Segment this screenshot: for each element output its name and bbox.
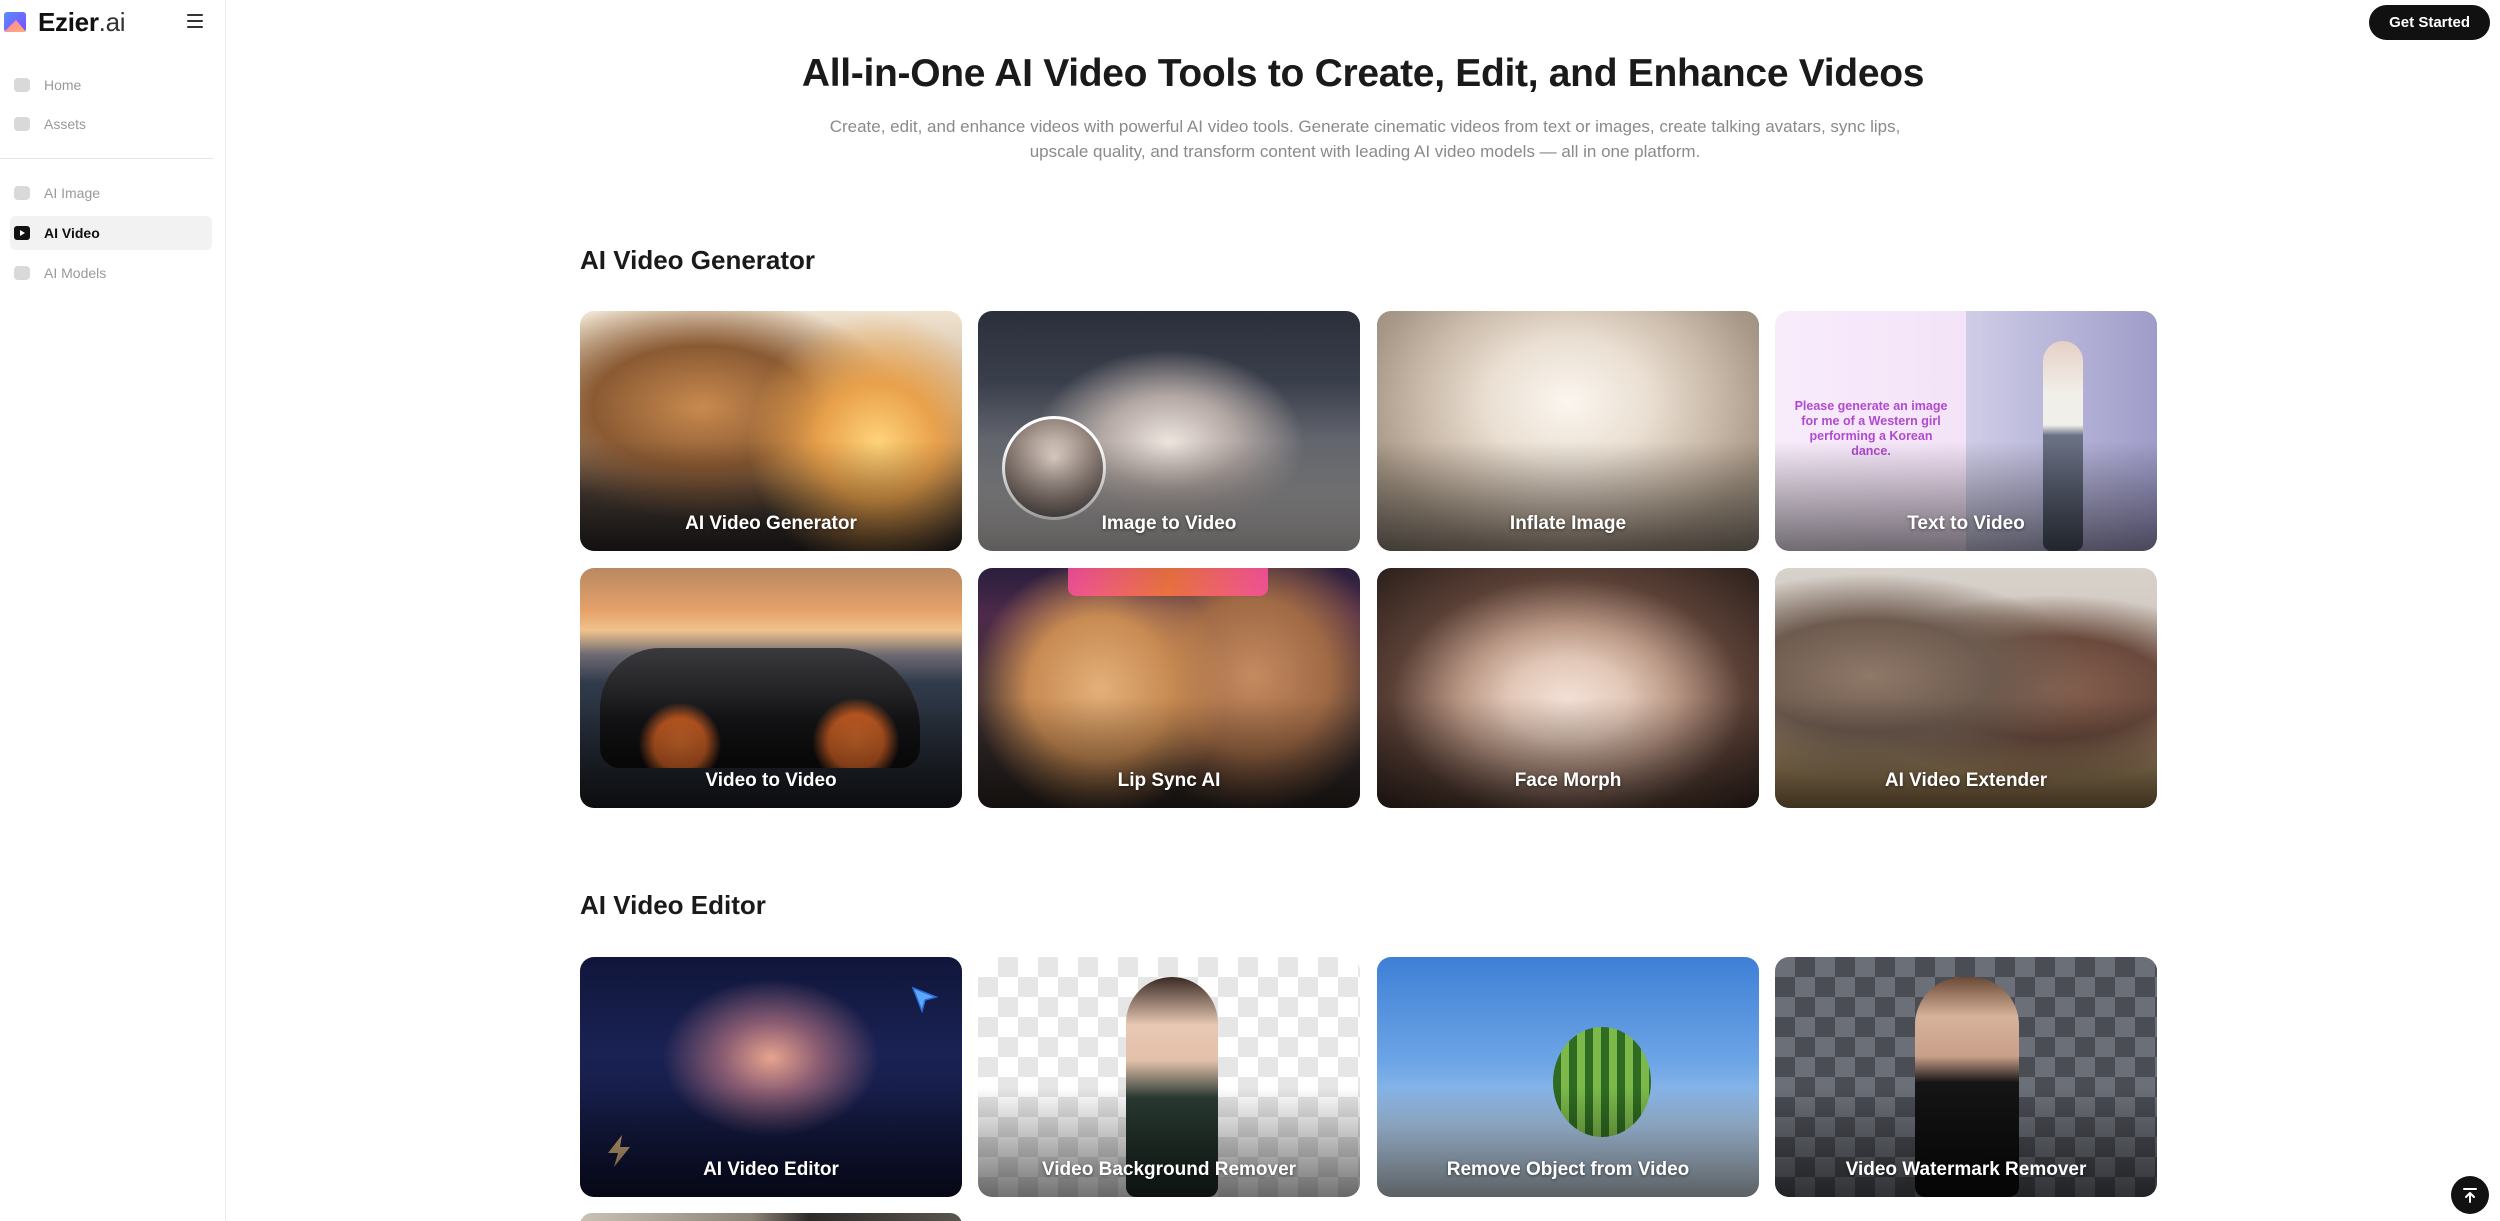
sidebar-item-ai-image[interactable]: AI Image xyxy=(10,176,212,210)
sidebar-item-home[interactable]: Home xyxy=(10,68,212,102)
tool-card-video-watermark-remover[interactable]: Video Watermark Remover xyxy=(1775,957,2157,1197)
sidebar-item-ai-models[interactable]: AI Models xyxy=(10,256,212,290)
sidebar-item-label: AI Models xyxy=(44,265,107,281)
ezier-logo-icon xyxy=(4,12,26,32)
sidebar-item-label: Home xyxy=(44,77,82,93)
card-label: Text to Video xyxy=(1907,513,2025,534)
card-label: AI Video Extender xyxy=(1884,770,2048,791)
section-title-ai-video-editor: AI Video Editor xyxy=(580,890,766,920)
video-icon xyxy=(14,226,30,240)
brand-logo[interactable]: Ezier.ai xyxy=(0,6,126,38)
page-subtitle: Create, edit, and enhance videos with po… xyxy=(829,117,1901,161)
card-label: Remove Object from Video xyxy=(1446,1159,1690,1180)
sidebar-item-label: AI Video xyxy=(44,225,100,241)
models-icon xyxy=(14,266,30,280)
tool-card-ai-video-extender[interactable]: AI Video Extender xyxy=(1775,568,2157,808)
card-label: Video to Video xyxy=(705,770,837,791)
tool-card-remove-object-from-video[interactable]: Remove Object from Video xyxy=(1377,957,1759,1197)
neon-sign xyxy=(1068,568,1268,596)
tool-card-ai-video-editor[interactable]: AI Video Editor xyxy=(580,957,962,1197)
assets-icon xyxy=(14,117,30,131)
arrow-up-icon xyxy=(2463,1188,2477,1203)
sidebar-item-label: Assets xyxy=(44,116,87,132)
hamburger-menu-icon[interactable] xyxy=(184,10,206,32)
card-label: Face Morph xyxy=(1514,770,1622,791)
tool-card-partial[interactable] xyxy=(580,1213,962,1221)
image-icon xyxy=(14,186,30,200)
sidebar-item-label: AI Image xyxy=(44,185,101,201)
tool-card-lip-sync-ai[interactable]: Lip Sync AI xyxy=(978,568,1360,808)
card-label: AI Video Editor xyxy=(703,1159,839,1180)
home-icon xyxy=(14,78,30,92)
card-label: Video Watermark Remover xyxy=(1845,1159,2087,1180)
sidebar-item-assets[interactable]: Assets xyxy=(10,107,212,141)
tool-card-face-morph[interactable]: Face Morph xyxy=(1377,568,1759,808)
sidebar: Ezier.ai Home Assets AI Image AI Video A… xyxy=(0,0,226,1221)
card-label: Image to Video xyxy=(1101,513,1237,534)
sidebar-item-ai-video[interactable]: AI Video xyxy=(10,216,212,250)
card-label: Lip Sync AI xyxy=(1117,770,1221,791)
cursor-icon xyxy=(911,986,939,1014)
tool-card-inflate-image[interactable]: Inflate Image xyxy=(1377,311,1759,551)
tool-card-ai-video-generator[interactable]: AI Video Generator xyxy=(580,311,962,551)
tool-card-video-to-video[interactable]: Video to Video xyxy=(580,568,962,808)
tool-card-image-to-video[interactable]: Image to Video xyxy=(978,311,1360,551)
brand-name: Ezier.ai xyxy=(38,6,126,37)
sidebar-divider xyxy=(0,158,213,159)
tool-card-text-to-video[interactable]: Please generate an image for me of a Wes… xyxy=(1775,311,2157,551)
scroll-to-top-button[interactable] xyxy=(2451,1176,2489,1214)
tool-card-video-background-remover[interactable]: Video Background Remover xyxy=(978,957,1360,1197)
section-title-ai-video-generator: AI Video Generator xyxy=(580,245,816,275)
get-started-button[interactable]: Get Started xyxy=(2369,5,2490,40)
card-label: AI Video Generator xyxy=(685,513,857,534)
card-label: Inflate Image xyxy=(1509,513,1627,534)
card-label: Video Background Remover xyxy=(1041,1159,1297,1180)
page-title: All-in-One AI Video Tools to Create, Edi… xyxy=(801,52,1925,95)
